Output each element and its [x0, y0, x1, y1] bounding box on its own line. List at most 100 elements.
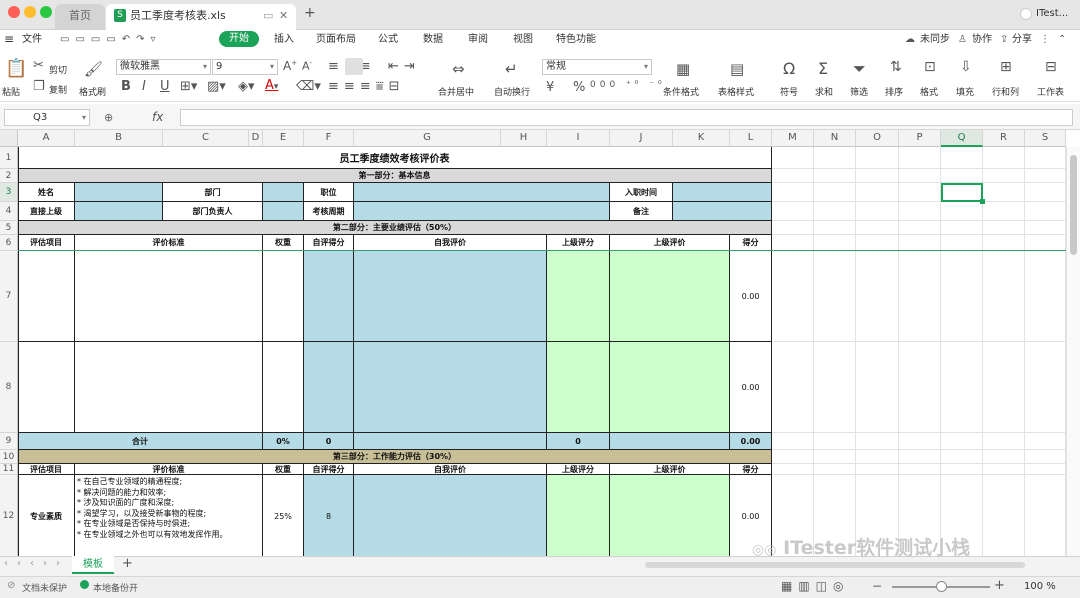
total-label[interactable]: 合计: [18, 433, 263, 450]
row-header-10[interactable]: 10: [0, 450, 18, 464]
empty-cell[interactable]: [983, 169, 1025, 183]
row-header-8[interactable]: 8: [0, 342, 18, 433]
merge-icon[interactable]: ⇔: [452, 60, 465, 78]
add-sheet-button[interactable]: +: [122, 556, 133, 571]
header-self-eval-ability[interactable]: 自我评价: [354, 464, 547, 475]
fill-color-icon[interactable]: ◈▾: [238, 79, 255, 94]
empty-cell[interactable]: [983, 202, 1025, 221]
label-dept-head[interactable]: 部门负责人: [163, 202, 263, 221]
menu-formula[interactable]: 公式: [378, 31, 398, 48]
zoom-window-button[interactable]: [40, 6, 52, 18]
empty-cell[interactable]: [941, 433, 983, 450]
label-name[interactable]: 姓名: [18, 183, 75, 202]
empty-cell[interactable]: [941, 235, 983, 251]
cell-style-icon[interactable]: ▨▾: [207, 79, 226, 94]
zoom-slider-thumb[interactable]: [936, 581, 947, 592]
header-item-ability[interactable]: 评估项目: [18, 464, 75, 475]
empty-cell[interactable]: [772, 251, 814, 342]
empty-cell[interactable]: [1025, 202, 1066, 221]
italic-button[interactable]: I: [142, 79, 146, 94]
empty-cell[interactable]: [941, 147, 983, 169]
row-header-5[interactable]: 5: [0, 221, 18, 235]
ability-standard-1[interactable]: * 在自己专业领域的精通程度; * 解决问题的能力和效率; * 涉及知识面的广度和深…: [75, 475, 263, 556]
conditional-format-icon[interactable]: ▦: [676, 60, 690, 78]
zoom-out-icon[interactable]: −: [872, 579, 882, 593]
empty-cell[interactable]: [772, 202, 814, 221]
ability-weight-1[interactable]: 25%: [263, 475, 304, 556]
format-button[interactable]: 格式: [920, 85, 938, 98]
total-sup-eval[interactable]: [610, 433, 730, 450]
sheet-tab-template[interactable]: 模板: [72, 556, 114, 574]
section-ability[interactable]: 第三部分：工作能力评估（30%）: [18, 450, 772, 464]
select-all-corner[interactable]: [0, 130, 18, 147]
fill-icon[interactable]: ⇩: [960, 59, 972, 75]
underline-button[interactable]: U: [160, 79, 170, 94]
wrap-icon[interactable]: ↵: [505, 60, 518, 78]
column-header-L[interactable]: L: [730, 130, 772, 147]
empty-cell[interactable]: [814, 147, 856, 169]
header-score-ability[interactable]: 得分: [730, 464, 772, 475]
menu-view[interactable]: 视图: [513, 31, 533, 48]
row-header-9[interactable]: 9: [0, 433, 18, 450]
empty-cell[interactable]: [856, 464, 899, 475]
empty-cell[interactable]: [856, 147, 899, 169]
header-sup-eval[interactable]: 上级评价: [610, 235, 730, 251]
menu-start[interactable]: 开始: [219, 31, 259, 47]
font-color-icon[interactable]: A▾: [265, 78, 278, 93]
ability-sup-score-1[interactable]: [547, 475, 610, 556]
rows-cols-button[interactable]: 行和列: [992, 85, 1019, 98]
share-button[interactable]: 分享: [1012, 31, 1032, 48]
perf-weight-1[interactable]: [263, 251, 304, 342]
header-self-score[interactable]: 自评得分: [304, 235, 354, 251]
empty-cell[interactable]: [941, 251, 983, 342]
empty-cell[interactable]: [1025, 464, 1066, 475]
column-header-K[interactable]: K: [673, 130, 730, 147]
sheet-title[interactable]: 员工季度绩效考核评价表: [18, 147, 772, 169]
empty-cell[interactable]: [941, 464, 983, 475]
conditional-format-button[interactable]: 条件格式: [663, 85, 699, 98]
menu-data[interactable]: 数据: [423, 31, 443, 48]
header-score[interactable]: 得分: [730, 235, 772, 251]
collab-button[interactable]: 协作: [972, 31, 992, 48]
empty-cell[interactable]: [856, 202, 899, 221]
empty-cell[interactable]: [983, 450, 1025, 464]
pin-icon[interactable]: ▭: [263, 4, 273, 28]
font-name-select[interactable]: 微软雅黑 ▾: [116, 59, 211, 75]
menu-review[interactable]: 审阅: [468, 31, 488, 48]
indent-icons[interactable]: ⇤⇥: [388, 59, 420, 74]
avatar[interactable]: [1020, 8, 1032, 20]
column-header-Q[interactable]: Q: [941, 130, 983, 147]
perf-score-1[interactable]: 0.00: [730, 251, 772, 342]
spreadsheet-grid[interactable]: ABCDEFGHIJKLMNOPQRST123456789101112员工季度绩…: [0, 130, 1066, 556]
empty-cell[interactable]: [899, 202, 941, 221]
column-header-B[interactable]: B: [75, 130, 163, 147]
new-tab-icon[interactable]: +: [304, 5, 316, 21]
empty-cell[interactable]: [814, 342, 856, 433]
collapse-ribbon-icon[interactable]: ⌃: [1058, 31, 1066, 48]
empty-cell[interactable]: [772, 464, 814, 475]
sort-icon[interactable]: ⇅: [890, 59, 902, 75]
eraser-icon[interactable]: ⌫▾: [296, 79, 321, 94]
vertical-scroll-thumb[interactable]: [1070, 155, 1077, 255]
header-standard[interactable]: 评价标准: [75, 235, 263, 251]
perf-standard-1[interactable]: [75, 251, 263, 342]
border-icon[interactable]: ⊞▾: [180, 79, 197, 94]
label-direct-supervisor[interactable]: 直接上级: [18, 202, 75, 221]
empty-cell[interactable]: [772, 235, 814, 251]
perf-standard-2[interactable]: [75, 342, 263, 433]
empty-cell[interactable]: [899, 464, 941, 475]
align-horizontal-icons[interactable]: ≡≡≡⩸⊟: [328, 79, 404, 94]
header-weight[interactable]: 权重: [263, 235, 304, 251]
row-header-3[interactable]: 3: [0, 183, 18, 202]
perf-sup-score-1[interactable]: [547, 251, 610, 342]
label-note[interactable]: 备注: [610, 202, 673, 221]
input-note[interactable]: [673, 202, 772, 221]
label-hire-date[interactable]: 入职时间: [610, 183, 673, 202]
header-weight-ability[interactable]: 权重: [263, 464, 304, 475]
zoom-in-icon[interactable]: +: [994, 578, 1005, 593]
column-header-H[interactable]: H: [501, 130, 547, 147]
empty-cell[interactable]: [856, 235, 899, 251]
header-self-eval[interactable]: 自我评价: [354, 235, 547, 251]
perf-score-2[interactable]: 0.00: [730, 342, 772, 433]
empty-cell[interactable]: [983, 221, 1025, 235]
